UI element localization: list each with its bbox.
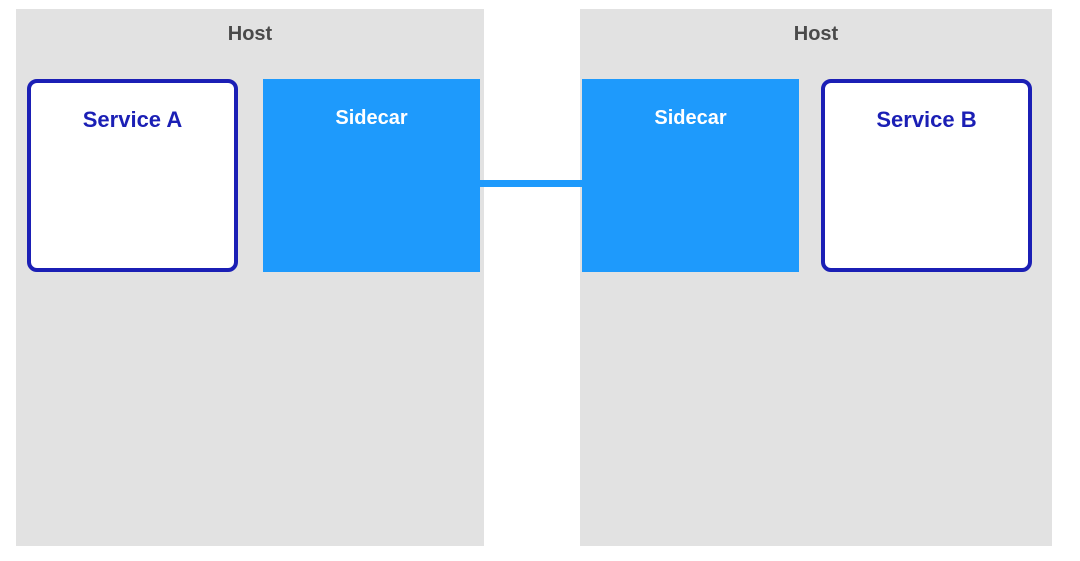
sidecar-right-box: Sidecar <box>582 79 799 272</box>
host-title-right: Host <box>580 23 1052 46</box>
service-b-label: Service B <box>825 107 1028 133</box>
service-b-box: Service B <box>821 79 1032 272</box>
host-title-left: Host <box>16 23 484 46</box>
sidecar-left-box: Sidecar <box>263 79 480 272</box>
sidecar-right-label: Sidecar <box>582 107 799 130</box>
service-a-box: Service A <box>27 79 238 272</box>
service-a-label: Service A <box>31 107 234 133</box>
sidecar-left-label: Sidecar <box>263 107 480 130</box>
diagram-canvas: Host Host Service A Sidecar Sidecar Serv… <box>0 0 1080 561</box>
sidecar-connector-line <box>480 180 582 187</box>
